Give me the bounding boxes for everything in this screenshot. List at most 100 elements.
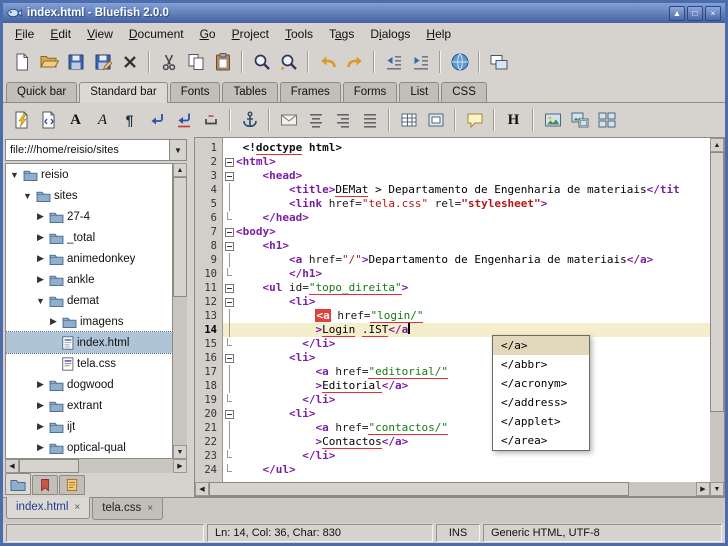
indent-button[interactable] — [407, 49, 434, 76]
code-line-6[interactable]: 6</head> — [195, 211, 710, 225]
close-tab-icon[interactable]: × — [74, 502, 80, 513]
code-line-13[interactable]: 13<a href="login/" — [195, 309, 710, 323]
autocomplete-item[interactable]: </applet> — [493, 412, 589, 431]
window-shade-button[interactable]: ▲ — [669, 6, 685, 21]
tree-item-imagens[interactable]: ▶imagens — [6, 311, 172, 332]
expand-expander-icon[interactable]: ▶ — [35, 232, 46, 243]
align-right-button[interactable] — [329, 107, 356, 134]
copy-button[interactable] — [182, 49, 209, 76]
code-line-4[interactable]: 4<title>DEMat > Departamento de Engenhar… — [195, 183, 710, 197]
tree-item-extrant[interactable]: ▶extrant — [6, 395, 172, 416]
close-tab-icon[interactable]: × — [147, 503, 153, 514]
code-line-11[interactable]: 11<ul id="topo_direita"> — [195, 281, 710, 295]
expand-expander-icon[interactable]: ▶ — [35, 400, 46, 411]
fold-collapse-icon[interactable] — [223, 295, 236, 309]
menu-tags[interactable]: Tags — [321, 24, 362, 44]
code-line-3[interactable]: 3<head> — [195, 169, 710, 183]
save-as-button[interactable] — [89, 49, 116, 76]
code-line-8[interactable]: 8<h1> — [195, 239, 710, 253]
find-replace-button[interactable] — [275, 49, 302, 76]
menu-view[interactable]: View — [79, 24, 121, 44]
menu-edit[interactable]: Edit — [42, 24, 79, 44]
tree-item-27-4[interactable]: ▶27-4 — [6, 206, 172, 227]
collapse-expander-icon[interactable]: ▼ — [22, 191, 33, 201]
scroll-left-icon[interactable]: ◀ — [5, 459, 19, 473]
tree-item-tela.css[interactable]: tela.css — [6, 353, 172, 374]
tree-item-animedonkey[interactable]: ▶animedonkey — [6, 248, 172, 269]
tree-item-demat[interactable]: ▼demat — [6, 290, 172, 311]
snippets-tab[interactable] — [59, 475, 85, 495]
collapse-expander-icon[interactable]: ▼ — [9, 170, 20, 180]
multi-thumbnail-button[interactable] — [593, 107, 620, 134]
thumbnail-button[interactable] — [566, 107, 593, 134]
justify-button[interactable] — [356, 107, 383, 134]
document-tab-index.html[interactable]: index.html× — [6, 497, 90, 519]
scroll-up-icon[interactable]: ▲ — [710, 138, 724, 152]
autocomplete-item[interactable]: </abbr> — [493, 355, 589, 374]
editor[interactable]: 1<!doctype html>2<html>3<head>4<title>DE… — [194, 137, 725, 497]
code-line-12[interactable]: 12<li> — [195, 295, 710, 309]
tree-item-optical-qual[interactable]: ▶optical-qual — [6, 437, 172, 458]
fold-collapse-icon[interactable] — [223, 169, 236, 183]
cut-button[interactable] — [155, 49, 182, 76]
scroll-thumb[interactable] — [19, 459, 79, 473]
code-line-15[interactable]: 15</li> — [195, 337, 710, 351]
paragraph-button[interactable]: ¶ — [116, 107, 143, 134]
toolbar-tab-frames[interactable]: Frames — [280, 82, 341, 102]
redo-button[interactable] — [341, 49, 368, 76]
toolbar-tab-quick-bar[interactable]: Quick bar — [6, 82, 77, 102]
open-file-button[interactable] — [35, 49, 62, 76]
code-line-5[interactable]: 5<link href="tela.css" rel="stylesheet"> — [195, 197, 710, 211]
code-line-24[interactable]: 24</ul> — [195, 463, 710, 477]
toolbar-tab-forms[interactable]: Forms — [343, 82, 398, 102]
code-line-2[interactable]: 2<html> — [195, 155, 710, 169]
fold-collapse-icon[interactable] — [223, 407, 236, 421]
menu-document[interactable]: Document — [121, 24, 192, 44]
expand-expander-icon[interactable]: ▶ — [35, 442, 46, 453]
location-entry[interactable]: file:///home/reisio/sites — [5, 139, 170, 161]
non-breaking-space-button[interactable] — [197, 107, 224, 134]
toolbar-tab-standard-bar[interactable]: Standard bar — [79, 82, 168, 103]
italic-button[interactable]: A — [89, 107, 116, 134]
autocomplete-item[interactable]: </a> — [493, 336, 589, 355]
scroll-track[interactable] — [173, 177, 187, 445]
undo-button[interactable] — [314, 49, 341, 76]
autocomplete-item[interactable]: </acronym> — [493, 374, 589, 393]
email-button[interactable] — [275, 107, 302, 134]
break-clear-button[interactable] — [170, 107, 197, 134]
scroll-up-icon[interactable]: ▲ — [173, 163, 187, 177]
paste-button[interactable] — [209, 49, 236, 76]
toolbar-tab-fonts[interactable]: Fonts — [170, 82, 221, 102]
scroll-track[interactable] — [710, 152, 724, 482]
scroll-right-icon[interactable]: ▶ — [696, 482, 710, 496]
code-line-17[interactable]: 17<a href="editorial/" — [195, 365, 710, 379]
expand-expander-icon[interactable]: ▶ — [35, 274, 46, 285]
unindent-button[interactable] — [380, 49, 407, 76]
tree-item-_total[interactable]: ▶_total — [6, 227, 172, 248]
comment-button[interactable] — [461, 107, 488, 134]
body-button[interactable] — [35, 107, 62, 134]
scroll-track[interactable] — [209, 482, 696, 496]
table-button[interactable] — [395, 107, 422, 134]
filebrowser-tab[interactable] — [5, 473, 31, 495]
code-line-7[interactable]: 7<body> — [195, 225, 710, 239]
tree-item-sites[interactable]: ▼sites — [6, 185, 172, 206]
save-button[interactable] — [62, 49, 89, 76]
insert-image-button[interactable] — [539, 107, 566, 134]
collapse-expander-icon[interactable]: ▼ — [35, 296, 46, 306]
tree-item-index.html[interactable]: index.html — [6, 332, 172, 353]
tree-item-ankle[interactable]: ▶ankle — [6, 269, 172, 290]
expand-expander-icon[interactable]: ▶ — [35, 253, 46, 264]
fold-collapse-icon[interactable] — [223, 239, 236, 253]
code-line-10[interactable]: 10</h1> — [195, 267, 710, 281]
menu-tools[interactable]: Tools — [277, 24, 321, 44]
menu-go[interactable]: Go — [192, 24, 224, 44]
new-document-button[interactable] — [8, 49, 35, 76]
quickstart-button[interactable] — [8, 107, 35, 134]
anchor-button[interactable] — [236, 107, 263, 134]
preview-in-browser-button[interactable] — [446, 49, 473, 76]
code-line-18[interactable]: 18>Editorial</a> — [195, 379, 710, 393]
find-button[interactable] — [248, 49, 275, 76]
code-line-23[interactable]: 23</li> — [195, 449, 710, 463]
document-tab-tela.css[interactable]: tela.css× — [92, 498, 163, 520]
